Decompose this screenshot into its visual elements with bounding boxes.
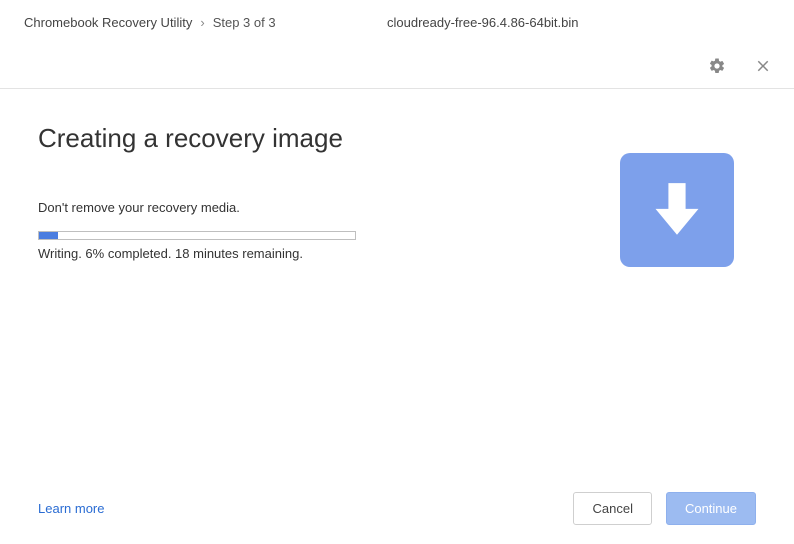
progress-bar [38,231,356,240]
gear-icon[interactable] [708,57,726,75]
cancel-button[interactable]: Cancel [573,492,651,525]
page-title: Creating a recovery image [38,123,756,154]
continue-button[interactable]: Continue [666,492,756,525]
chevron-right-icon: › [200,15,204,30]
close-icon[interactable] [754,57,772,75]
download-icon [620,153,734,267]
learn-more-link[interactable]: Learn more [38,501,104,516]
toolbar [0,44,794,88]
main-content: Creating a recovery image Don't remove y… [0,89,794,472]
header-bar: Chromebook Recovery Utility › Step 3 of … [0,0,794,44]
step-indicator: Step 3 of 3 [213,15,276,30]
footer-buttons: Cancel Continue [573,492,756,525]
app-title: Chromebook Recovery Utility [24,15,192,30]
footer: Learn more Cancel Continue [0,472,794,544]
progress-fill [39,232,58,239]
filename-label: cloudready-free-96.4.86-64bit.bin [387,15,579,30]
